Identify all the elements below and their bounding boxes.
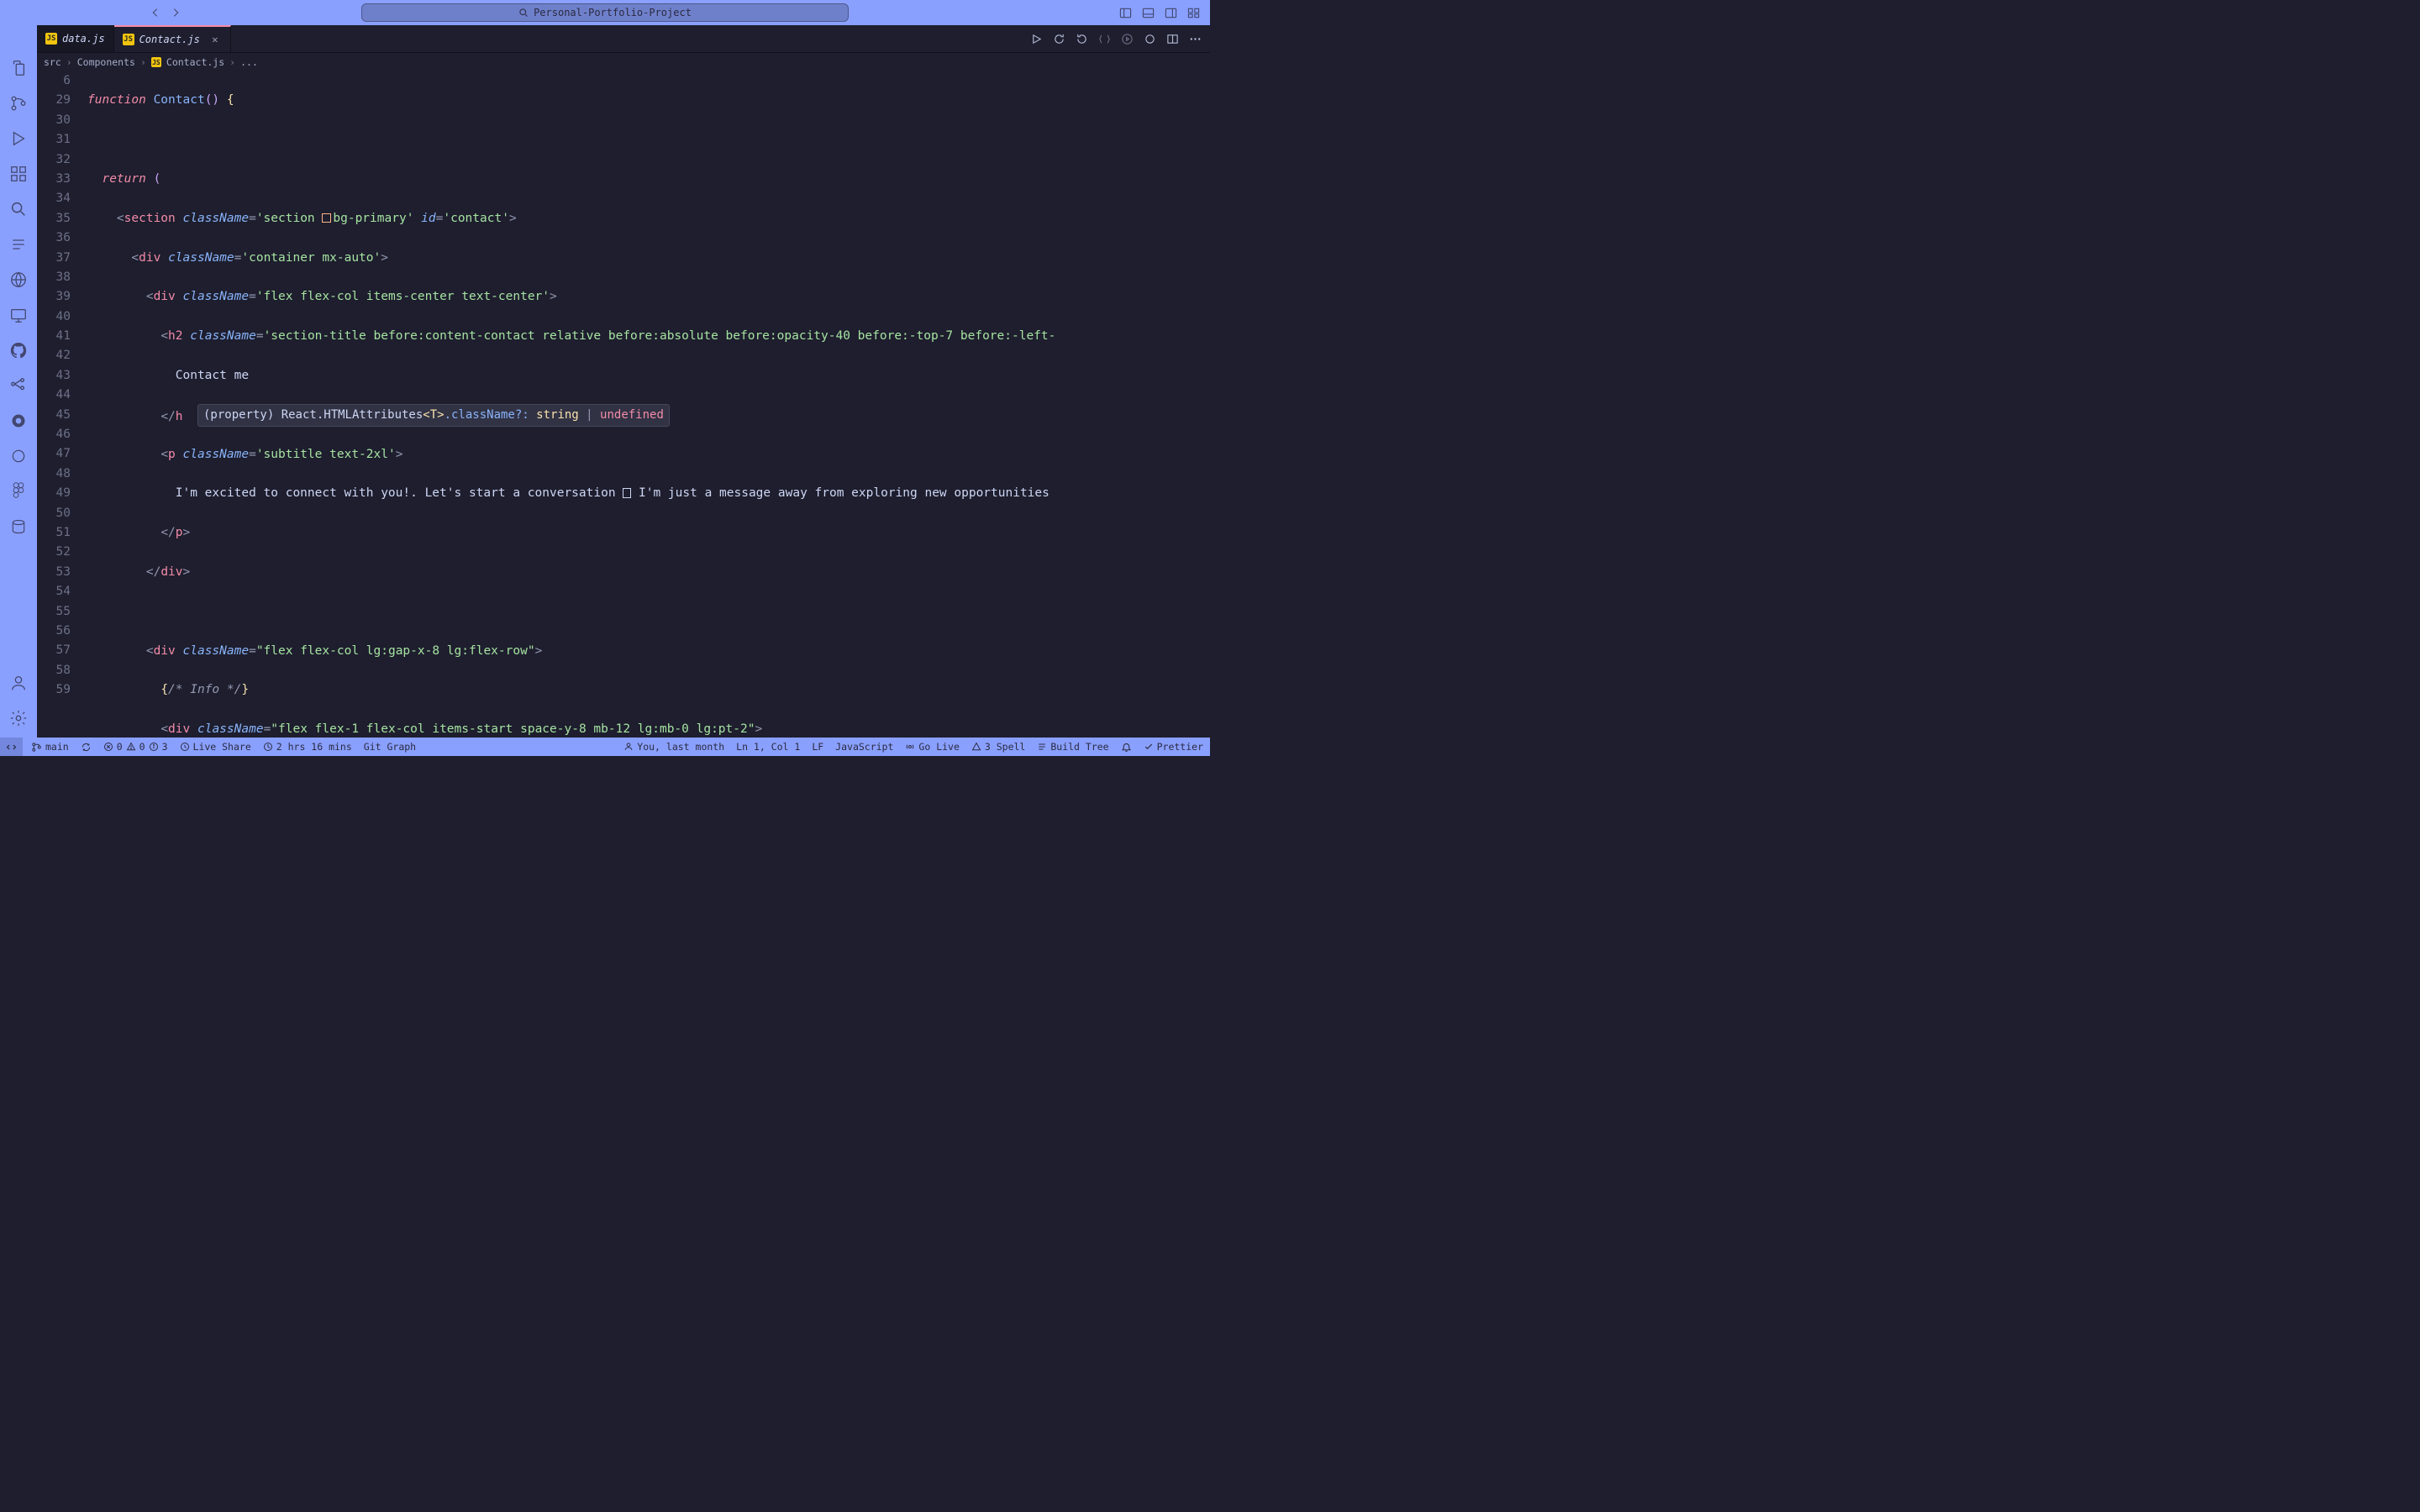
run-test-icon[interactable] — [1121, 33, 1134, 45]
js-icon: JS — [123, 34, 134, 45]
remote-explorer-icon[interactable] — [8, 269, 29, 291]
go-live[interactable]: Go Live — [905, 741, 959, 753]
command-center-title: Personal-Portfolio-Project — [534, 7, 692, 18]
eol[interactable]: LF — [812, 741, 823, 753]
git-sync[interactable] — [81, 742, 92, 753]
tab-contact-js[interactable]: JS Contact.js ✕ — [114, 25, 231, 52]
hover-tooltip: (property) React.HTMLAttributes<T>.class… — [197, 404, 670, 427]
code-content[interactable]: function Contact() { return ( <section c… — [87, 71, 1210, 738]
settings-gear-icon[interactable] — [8, 707, 29, 729]
breadcrumb-seg[interactable]: ... — [240, 56, 258, 68]
prettier[interactable]: Prettier — [1144, 741, 1203, 753]
titlebar: Personal-Portfolio-Project — [0, 0, 1210, 25]
source-control-icon[interactable] — [8, 92, 29, 114]
editor[interactable]: 6293031323334353637383940414243444546474… — [37, 71, 1210, 738]
chevron-right-icon: › — [66, 56, 72, 68]
github-icon[interactable] — [8, 339, 29, 361]
problems[interactable]: 0 0 3 — [103, 741, 168, 753]
run-debug-icon[interactable] — [8, 128, 29, 150]
breadcrumb[interactable]: src › Components › JS Contact.js › ... — [0, 53, 1210, 71]
nav-back-icon[interactable] — [150, 7, 161, 18]
tab-label: data.js — [62, 33, 105, 45]
layout-left-icon[interactable] — [1119, 7, 1132, 19]
layout-right-icon[interactable] — [1165, 7, 1177, 19]
status-bar: main 0 0 3 Live Share 2 hrs 16 mins Git … — [0, 738, 1210, 756]
search-panel-icon[interactable] — [8, 198, 29, 220]
breadcrumb-seg[interactable]: src — [44, 56, 61, 68]
js-icon: JS — [151, 57, 161, 67]
git-branch[interactable]: main — [31, 741, 69, 753]
layout-bottom-icon[interactable] — [1142, 7, 1155, 19]
shortcut-icon[interactable] — [8, 410, 29, 432]
editor-toolbar — [1030, 25, 1210, 52]
restart-icon[interactable] — [1076, 33, 1088, 45]
figma-icon[interactable] — [8, 480, 29, 502]
chevron-right-icon: › — [140, 56, 146, 68]
split-editor-icon[interactable] — [1166, 33, 1179, 45]
spell-check[interactable]: 3 Spell — [971, 741, 1025, 753]
git-blame[interactable]: You, last month — [623, 741, 724, 753]
command-center[interactable]: Personal-Portfolio-Project — [361, 3, 849, 22]
tab-label: Contact.js — [139, 34, 200, 45]
lens-icon[interactable] — [8, 445, 29, 467]
rerun-icon[interactable] — [1053, 33, 1065, 45]
gutter: 6293031323334353637383940414243444546474… — [37, 71, 87, 738]
activity-bar — [0, 25, 37, 738]
tabs-row: JS data.js JS Contact.js ✕ — [0, 25, 1210, 53]
nav-forward-icon[interactable] — [170, 7, 182, 18]
close-icon[interactable]: ✕ — [208, 33, 222, 46]
notifications[interactable] — [1121, 742, 1132, 753]
breadcrumb-seg[interactable]: Contact.js — [166, 56, 224, 68]
tab-data-js[interactable]: JS data.js — [37, 25, 114, 52]
titlebar-left — [7, 7, 175, 18]
explorer-icon[interactable] — [8, 57, 29, 79]
more-icon[interactable] — [1189, 33, 1202, 45]
bell-icon — [1121, 742, 1132, 753]
extensions-icon[interactable] — [8, 163, 29, 185]
chevron-right-icon: › — [229, 56, 235, 68]
toggle-icon[interactable] — [1144, 33, 1156, 45]
build-tree[interactable]: Build Tree — [1037, 741, 1108, 753]
database-icon[interactable] — [8, 516, 29, 538]
share-icon[interactable] — [8, 375, 29, 396]
git-graph[interactable]: Git Graph — [364, 741, 416, 753]
remote-icon[interactable] — [8, 304, 29, 326]
cursor-position[interactable]: Ln 1, Col 1 — [736, 741, 800, 753]
search-icon — [518, 8, 529, 18]
customize-layout-icon[interactable] — [1187, 7, 1200, 19]
compare-icon[interactable] — [1098, 33, 1111, 45]
live-share[interactable]: Live Share — [180, 741, 251, 753]
todo-icon[interactable] — [8, 234, 29, 255]
run-icon[interactable] — [1030, 33, 1043, 45]
accounts-icon[interactable] — [8, 672, 29, 694]
js-icon: JS — [45, 33, 57, 45]
breadcrumb-seg[interactable]: Components — [77, 56, 135, 68]
wakatime[interactable]: 2 hrs 16 mins — [263, 741, 352, 753]
titlebar-right — [1035, 7, 1203, 19]
remote-indicator[interactable] — [0, 738, 23, 756]
language-mode[interactable]: JavaScript — [835, 741, 893, 753]
